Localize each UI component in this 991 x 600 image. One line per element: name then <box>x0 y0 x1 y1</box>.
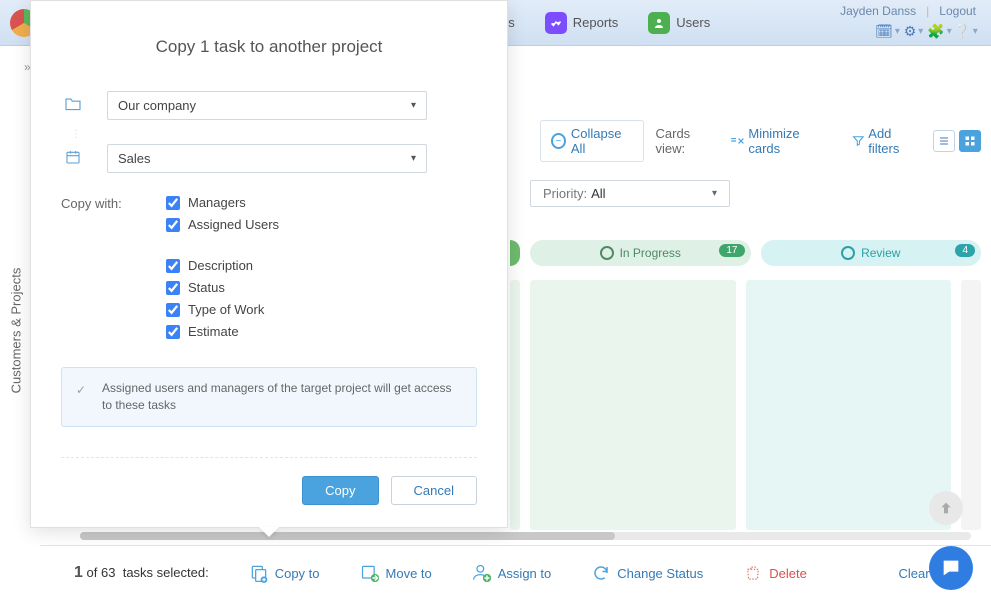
add-filters-button[interactable]: Add filters <box>852 126 921 156</box>
column-body-review[interactable] <box>746 280 952 530</box>
column-body-partial <box>510 280 520 530</box>
nav-users[interactable]: Users <box>648 12 710 34</box>
gear-icon[interactable]: ⚙▾ <box>906 22 926 42</box>
nav-reports-label: Reports <box>573 15 619 30</box>
copy-icon <box>249 563 269 583</box>
logout-link[interactable]: Logout <box>939 4 976 18</box>
puzzle-icon[interactable]: 🧩▾ <box>932 22 952 42</box>
cards-view-label: Cards view: <box>656 126 718 156</box>
copy-button[interactable]: Copy <box>302 476 378 505</box>
checkbox-managers[interactable]: Managers <box>166 195 279 210</box>
scroll-to-top-button[interactable] <box>929 491 963 525</box>
delete-action[interactable]: Delete <box>743 563 807 583</box>
copy-with-label: Copy with: <box>61 195 166 339</box>
checkbox-assigned-users[interactable]: Assigned Users <box>166 217 279 232</box>
priority-dropdown[interactable]: Priority: All ▾ <box>530 180 730 207</box>
copy-task-modal: Copy 1 task to another project Our compa… <box>30 0 508 528</box>
column-body-next <box>961 280 981 530</box>
assign-to-action[interactable]: Assign to <box>472 563 551 583</box>
assign-icon <box>472 563 492 583</box>
trash-icon <box>743 563 763 583</box>
divider <box>61 457 477 458</box>
copy-to-action[interactable]: Copy to <box>249 563 320 583</box>
move-icon <box>360 563 380 583</box>
chat-launcher[interactable] <box>929 546 973 590</box>
count-badge: 4 <box>955 244 975 257</box>
clock-icon <box>600 246 614 260</box>
column-edge-left <box>510 240 520 266</box>
info-note: ✓ Assigned users and managers of the tar… <box>61 367 477 427</box>
side-panel-collapsed[interactable]: Customers & Projects <box>0 60 32 600</box>
folder-icon <box>61 97 85 115</box>
count-badge: 17 <box>719 244 744 257</box>
person-icon <box>648 12 670 34</box>
kanban-headers: In Progress 17 Review 4 <box>510 240 981 266</box>
checkbox-status[interactable]: Status <box>166 280 279 295</box>
cancel-button[interactable]: Cancel <box>391 476 477 505</box>
column-header-review[interactable]: Review 4 <box>761 240 982 266</box>
scrollbar-thumb[interactable] <box>80 532 615 540</box>
minimize-icon <box>730 135 745 147</box>
selection-count: 1 of 63 tasks selected: <box>74 564 209 582</box>
change-status-action[interactable]: Change Status <box>591 563 703 583</box>
kanban-body <box>510 280 981 530</box>
collapse-all-button[interactable]: − Collapse All <box>540 120 644 162</box>
checkbox-estimate[interactable]: Estimate <box>166 324 279 339</box>
modal-pointer <box>259 527 279 537</box>
minimize-cards-button[interactable]: Minimize cards <box>730 126 828 156</box>
selection-action-bar: 1 of 63 tasks selected: Copy to Move to … <box>40 545 991 600</box>
nav-users-label: Users <box>676 15 710 30</box>
clock-icon <box>841 246 855 260</box>
project-dropdown[interactable]: Sales ▾ <box>107 144 427 173</box>
calendar-icon[interactable]: 🗓▾ <box>880 22 900 42</box>
list-view-toggle[interactable] <box>933 130 955 152</box>
filter-icon <box>852 134 865 148</box>
customer-dropdown[interactable]: Our company ▾ <box>107 91 427 120</box>
checkbox-description[interactable]: Description <box>166 258 279 273</box>
nav-reports[interactable]: Reports <box>545 12 619 34</box>
user-name-link[interactable]: Jayden Danss <box>840 4 916 18</box>
side-panel-label: Customers & Projects <box>9 267 24 393</box>
arrow-up-icon <box>938 500 954 516</box>
move-to-action[interactable]: Move to <box>360 563 432 583</box>
check-icon: ✓ <box>76 382 86 399</box>
checkbox-type-of-work[interactable]: Type of Work <box>166 302 279 317</box>
chevron-down-icon: ▾ <box>411 100 416 111</box>
board-toolbar: − Collapse All Cards view: Minimize card… <box>540 120 981 162</box>
calendar-small-icon <box>61 149 85 169</box>
modal-title: Copy 1 task to another project <box>61 37 477 57</box>
horizontal-scrollbar[interactable] <box>80 532 971 540</box>
chevron-down-icon: ▾ <box>411 153 416 164</box>
chevron-down-icon: ▾ <box>712 188 717 199</box>
connector-dots: ⋮ <box>71 132 477 144</box>
grid-view-toggle[interactable] <box>959 130 981 152</box>
chart-icon <box>545 12 567 34</box>
refresh-icon <box>591 563 611 583</box>
collapse-icon: − <box>551 133 566 149</box>
help-icon[interactable]: ❔▾ <box>958 22 978 42</box>
column-header-in-progress[interactable]: In Progress 17 <box>530 240 751 266</box>
chat-icon <box>940 557 962 579</box>
column-body-in-progress[interactable] <box>530 280 736 530</box>
